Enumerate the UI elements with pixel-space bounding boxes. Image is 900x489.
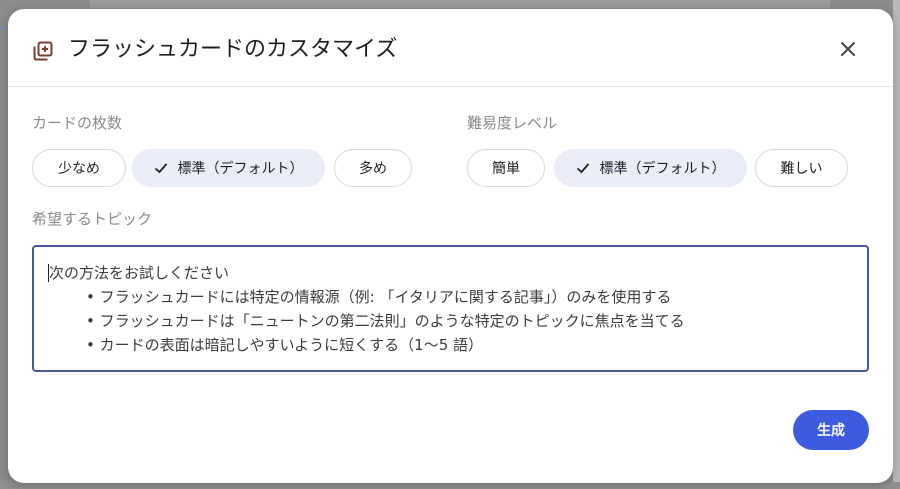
background-side-panel bbox=[893, 0, 900, 489]
checkmark-icon bbox=[576, 161, 590, 175]
card-count-label: カードの枚数 bbox=[32, 114, 123, 132]
dialog-header: フラッシュカードのカスタマイズ bbox=[8, 9, 893, 87]
close-button[interactable] bbox=[834, 37, 862, 65]
placeholder-intro: 次の方法をお試しください bbox=[49, 264, 230, 282]
chip-label: 少なめ bbox=[58, 161, 100, 177]
dialog-title: フラッシュカードのカスタマイズ bbox=[68, 37, 398, 62]
checkmark-icon bbox=[154, 161, 168, 175]
background-divider bbox=[0, 28, 8, 29]
flashcard-customize-dialog: フラッシュカードのカスタマイズ カードの枚数 少なめ 標準（デフォルト） 多め … bbox=[8, 9, 893, 483]
chip-label: 難しい bbox=[780, 161, 823, 177]
difficulty-label: 難易度レベル bbox=[467, 114, 558, 132]
difficulty-option-easy[interactable]: 簡単 bbox=[467, 149, 545, 187]
chip-label: 標準（デフォルト） bbox=[599, 161, 726, 177]
topic-label: 希望するトピック bbox=[32, 210, 153, 228]
card-count-option-standard[interactable]: 標準（デフォルト） bbox=[132, 149, 325, 187]
difficulty-option-hard[interactable]: 難しい bbox=[755, 149, 848, 187]
chip-label: 標準（デフォルト） bbox=[177, 161, 304, 177]
placeholder-bullet: • フラッシュカードには特定の情報源（例: 「イタリアに関する記事」）のみを使用… bbox=[86, 288, 672, 306]
close-icon bbox=[840, 41, 856, 61]
placeholder-bullet: • フラッシュカードは「ニュートンの第二法則」のような特定のトピックに焦点を当て… bbox=[86, 312, 685, 330]
background-bottom-toolbar bbox=[0, 482, 900, 489]
topic-textarea[interactable]: 次の方法をお試しください • フラッシュカードには特定の情報源（例: 「イタリア… bbox=[32, 245, 869, 372]
background-content-strip bbox=[90, 0, 830, 8]
chip-label: 簡単 bbox=[492, 161, 520, 177]
chip-label: 多め bbox=[359, 161, 387, 177]
flashcard-stack-icon bbox=[33, 41, 53, 61]
difficulty-option-standard[interactable]: 標準（デフォルト） bbox=[554, 149, 747, 187]
placeholder-bullet: • カードの表面は暗記しやすいように短くする（1〜5 語） bbox=[86, 336, 484, 354]
generate-button[interactable]: 生成 bbox=[793, 410, 869, 450]
card-count-option-more[interactable]: 多め bbox=[334, 149, 412, 187]
card-count-option-fewer[interactable]: 少なめ bbox=[32, 149, 126, 187]
